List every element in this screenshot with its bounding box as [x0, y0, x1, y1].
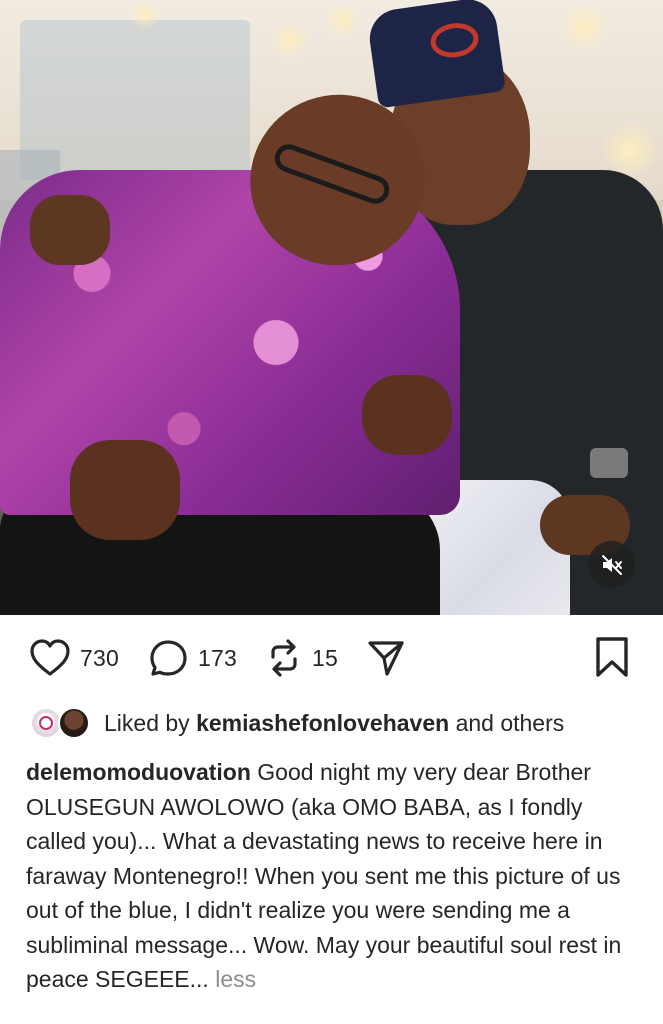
comment-count: 173 — [198, 644, 237, 671]
liked-by-suffix[interactable]: and others — [456, 710, 565, 736]
photo-watch — [590, 448, 628, 478]
repost-button[interactable]: 15 — [264, 638, 338, 678]
post-photo[interactable] — [0, 0, 663, 615]
post-action-bar: 730 173 15 — [0, 630, 663, 686]
caption-less-toggle[interactable]: less — [215, 966, 256, 992]
post-caption: delemomoduovation Good night my very dea… — [26, 755, 646, 997]
comment-button[interactable]: 173 — [148, 638, 237, 678]
photo-light — [270, 20, 310, 60]
caption-username[interactable]: delemomoduovation — [26, 759, 251, 785]
photo-person-right-cap — [365, 0, 507, 109]
liked-by-text: Liked by kemiashefonlovehaven and others — [104, 710, 564, 737]
bookmark-outline-icon — [596, 637, 628, 677]
repost-count: 15 — [312, 644, 338, 671]
liked-by-prefix: Liked by — [104, 709, 190, 736]
save-button[interactable] — [593, 636, 631, 678]
paper-plane-icon — [368, 641, 404, 676]
liked-by-username[interactable]: kemiashefonlovehaven — [196, 710, 449, 736]
share-button[interactable] — [366, 638, 406, 678]
liked-by-avatars[interactable] — [24, 705, 92, 741]
photo-arm-around-shoulder — [30, 195, 110, 265]
like-count: 730 — [80, 644, 119, 671]
like-button[interactable]: 730 — [28, 638, 119, 678]
photo-light — [560, 2, 610, 52]
photo-light — [130, 0, 160, 30]
photo-light — [325, 2, 361, 38]
liked-by-row[interactable]: Liked by kemiashefonlovehaven and others — [24, 703, 564, 743]
mute-toggle-button[interactable] — [588, 541, 635, 588]
speech-bubble-icon — [150, 640, 187, 676]
photo-person-left-hand-right — [362, 375, 452, 455]
avatar[interactable] — [58, 707, 90, 739]
caption-text: Good night my very dear Brother OLUSEGUN… — [26, 759, 622, 992]
speaker-muted-icon — [601, 554, 622, 575]
heart-outline-icon — [30, 639, 70, 676]
photo-person-left-hand — [70, 440, 180, 540]
repost-arrows-icon — [271, 639, 297, 677]
